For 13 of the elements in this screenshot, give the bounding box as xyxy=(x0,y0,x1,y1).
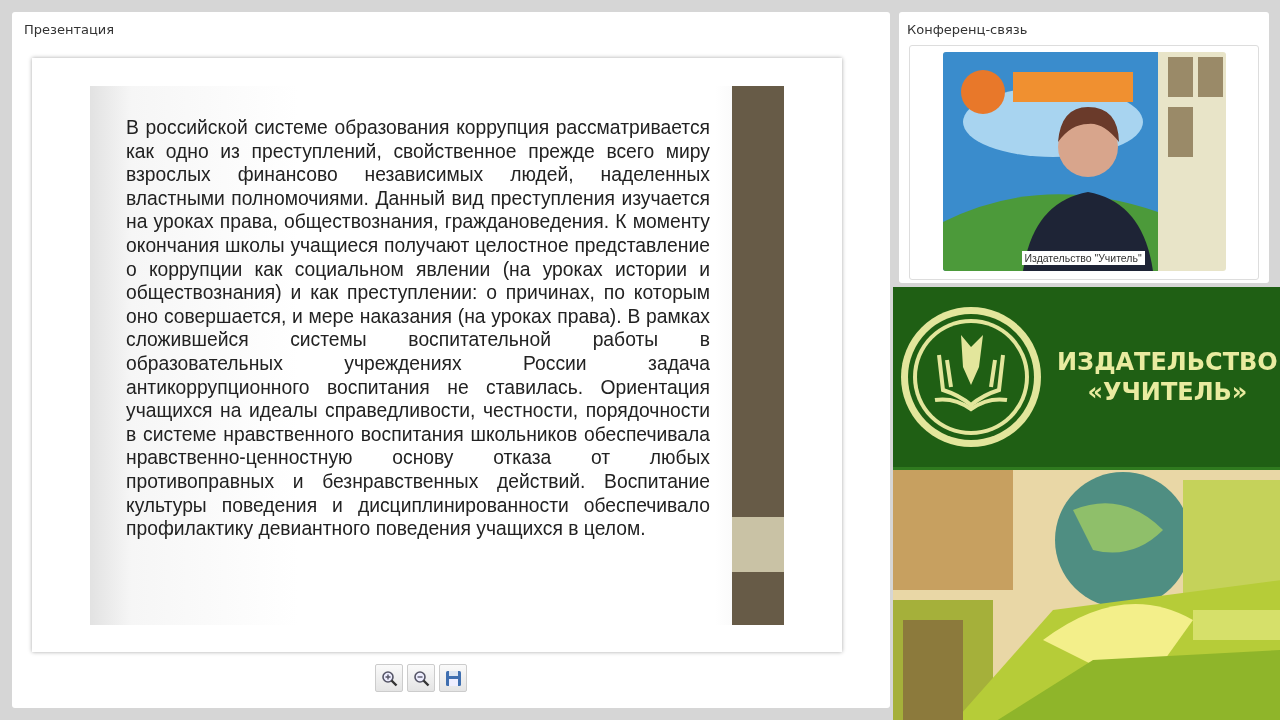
panel-title: Конференц-связь xyxy=(906,22,1029,39)
save-icon xyxy=(444,669,462,687)
zoom-out-icon xyxy=(412,669,430,687)
publisher-logo-icon xyxy=(899,305,1043,449)
banner-title: «УЧИТЕЛЬ» xyxy=(1087,377,1248,407)
video-caption: Издательство "Учитель" xyxy=(1021,251,1145,265)
zoom-out-button[interactable] xyxy=(407,664,435,692)
slide-text: В российской системе образования коррупция рассматривается как одно из преступлений, свойственное прежде всего миру взрослых финансово независимых людей, наделенных властными полномочиями. Данный вид преступления изучается на уроках права, обществознания, граждановедения. К моменту окончания школы учащиеся получают целостное представление о коррупции как социальном явлении (на уроках истории и обществознания) и как преступлении: о причинах, по которым оно совершается, и мере наказания (на уроках права). В рамках сложившейся системы воспитательной работы в образовательных учреждениях России задача антикоррупционного воспитания не ставилась. Ориентация учащихся на идеалы справедливости, честности, порядочности в системе нравственного воспитания школьников обеспечивала нравственно-ценностную основу отказа от любых противоправных и безнравственных действий. Воспитание культуры поведения и дисциплинированности обеспечивало профилактику девиантного поведения учащихся в целом. xyxy=(125,116,711,542)
zoom-in-button[interactable] xyxy=(375,664,403,692)
zoom-in-icon xyxy=(380,669,398,687)
banner-title: ИЗДАТЕЛЬСТВО xyxy=(1057,347,1278,377)
panel-title: Презентация xyxy=(23,22,116,39)
save-button[interactable] xyxy=(439,664,467,692)
